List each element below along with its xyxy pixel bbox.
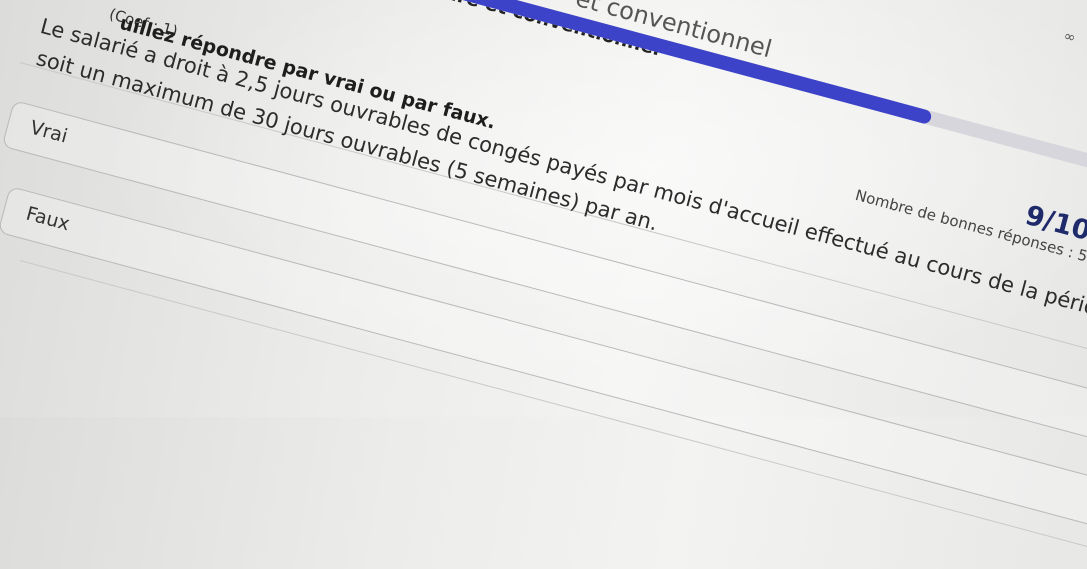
divider <box>19 260 1087 551</box>
link-icon[interactable]: ∞ <box>1062 28 1077 46</box>
option-faux-label: Faux <box>23 202 72 236</box>
option-vrai-label: Vrai <box>27 116 70 148</box>
